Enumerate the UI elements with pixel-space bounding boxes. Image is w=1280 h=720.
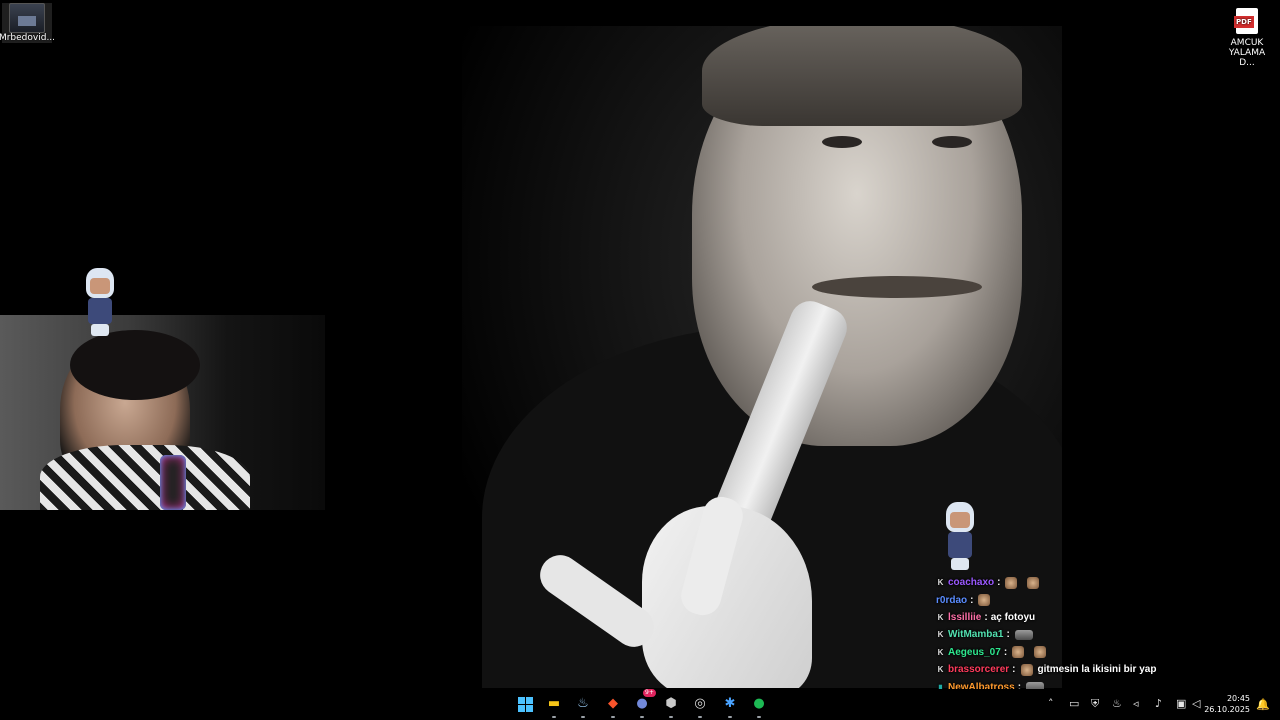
- photo-eye-right: [932, 136, 972, 148]
- chat-message: K WitMamba1:: [936, 626, 1216, 643]
- desktop-icon-label: Mrbedovid...: [0, 33, 56, 43]
- chat-username[interactable]: WitMamba1: [948, 629, 1003, 640]
- chat-message-text: aç fotoyu: [990, 611, 1036, 623]
- desktop-icon-label-line1: AMCUK: [1230, 38, 1264, 48]
- chat-overlay: Kcoachaxo: r0rdao: Klssilliie: aç fotoyu K Wi…: [936, 574, 1216, 696]
- chat-username[interactable]: lssilliie: [948, 612, 981, 623]
- tray-chevron-up-icon[interactable]: ˄: [1048, 697, 1054, 710]
- pdf-icon: PDF: [1234, 8, 1258, 34]
- chat-message: Kcoachaxo:: [936, 574, 1216, 591]
- start-button[interactable]: [516, 695, 534, 713]
- epic-games-icon[interactable]: ⬢: [662, 695, 680, 718]
- chat-separator: :: [984, 611, 988, 623]
- chat-message-text: gitmesin la ikisini bir yap: [1037, 664, 1157, 676]
- photo-mustache: [812, 276, 982, 298]
- chat-emote-icon: [1014, 629, 1033, 640]
- chat-message: Klssilliie: aç fotoyu: [936, 609, 1216, 626]
- chat-separator: :: [1012, 664, 1016, 676]
- chat-emote-icon: [1034, 646, 1047, 659]
- chat-separator: :: [970, 594, 974, 606]
- chat-badge-icon: K: [937, 630, 944, 640]
- chat-username[interactable]: brassorcerer: [948, 664, 1009, 675]
- chat-emote-icon: [978, 594, 991, 607]
- streamer-shirt: [40, 445, 250, 510]
- chat-badge-icon: K: [937, 578, 944, 588]
- video-thumbnail-icon: [9, 3, 45, 33]
- webcam-overlay: [0, 315, 325, 510]
- network-icon[interactable]: ▣: [1176, 697, 1186, 710]
- obs-icon[interactable]: ◎: [691, 695, 709, 718]
- battery-icon[interactable]: ▭: [1069, 697, 1079, 710]
- discord-icon[interactable]: ● 9+: [633, 689, 656, 718]
- windows-icon: [517, 696, 533, 712]
- chat-emote-icon: [1012, 646, 1025, 659]
- system-clock[interactable]: 20:45 26.10.2025: [1204, 693, 1250, 715]
- volume-icon[interactable]: ◁: [1192, 697, 1200, 710]
- microphone-icon: [160, 455, 186, 510]
- chat-message: r0rdao:: [936, 591, 1216, 608]
- chat-message: Kbrassorcerer: gitmesin la ikisini bir ya…: [936, 661, 1216, 678]
- chat-badge-icon: K: [937, 647, 944, 657]
- chat-username[interactable]: r0rdao: [936, 595, 967, 606]
- chat-message: K Aegeus_07:: [936, 644, 1216, 661]
- photo-hair: [702, 26, 1022, 126]
- taskbar: ▬ ♨ ◆ ● 9+ ⬢ ◎ ✱ ● ˄ ▭ ⛨ ♨ ◃ ♪ ▣ ◁ 20:45…: [0, 689, 1280, 720]
- photo-eye-left: [822, 136, 862, 148]
- desktop-icon-label-line2: YALAMA D...: [1228, 48, 1266, 68]
- microphone-tray-icon[interactable]: ♪: [1155, 697, 1162, 710]
- clock-date: 26.10.2025: [1204, 705, 1250, 714]
- discord-notification-badge: 9+: [643, 689, 656, 697]
- avatar-character: [80, 268, 120, 338]
- chat-avatar-character: [940, 502, 1220, 572]
- chat-emote-icon: [1005, 576, 1018, 589]
- chat-username[interactable]: Aegeus_07: [948, 647, 1001, 658]
- desktop-icon-pdf-file[interactable]: PDF AMCUK YALAMA D...: [1222, 8, 1272, 68]
- brave-icon[interactable]: ◆: [604, 695, 622, 718]
- vpn-shield-icon[interactable]: ⛨: [1091, 697, 1099, 711]
- desktop-icon-mrbedovid[interactable]: Mrbedovid...: [0, 3, 56, 43]
- battle-net-icon[interactable]: ✱: [721, 695, 739, 718]
- chat-badge-icon: K: [937, 665, 944, 675]
- chat-username[interactable]: coachaxo: [948, 577, 994, 588]
- chat-emote-icon: [1027, 576, 1040, 589]
- speaker-icon[interactable]: ◃: [1133, 697, 1139, 710]
- spotify-icon[interactable]: ●: [750, 695, 768, 718]
- chat-separator: :: [1003, 646, 1008, 658]
- file-explorer-icon[interactable]: ▬: [545, 695, 563, 718]
- tray-steam-icon[interactable]: ♨: [1112, 697, 1122, 710]
- chat-emote-icon: [1020, 663, 1033, 676]
- steam-icon[interactable]: ♨: [574, 695, 592, 718]
- chat-separator: :: [1006, 629, 1010, 641]
- notification-bell-icon[interactable]: 🔔: [1256, 698, 1270, 711]
- streamer-hair: [70, 330, 200, 400]
- chat-badge-icon: K: [937, 612, 944, 622]
- clock-time: 20:45: [1226, 694, 1250, 703]
- chat-separator: :: [997, 577, 1001, 589]
